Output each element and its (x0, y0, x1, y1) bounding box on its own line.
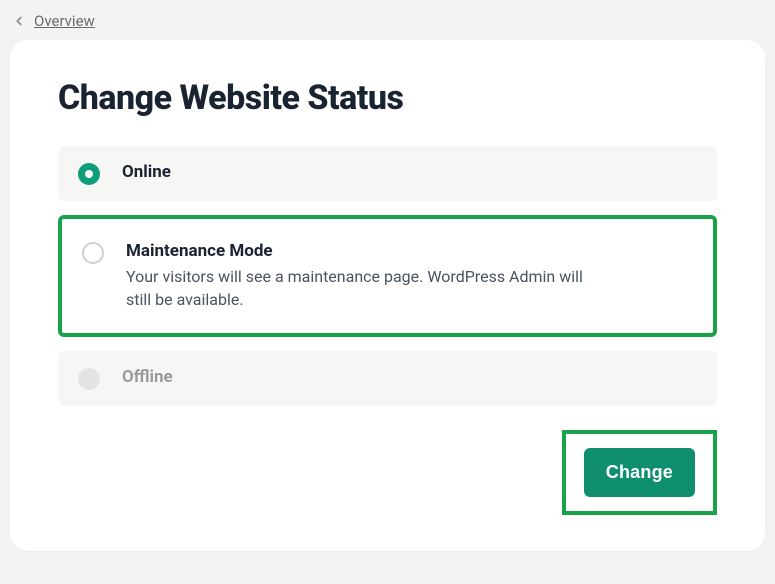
breadcrumb-overview-link[interactable]: Overview (34, 12, 95, 30)
option-online-title: Online (122, 162, 171, 182)
change-button-highlight: Change (562, 430, 717, 515)
chevron-left-icon (12, 14, 26, 28)
option-maintenance-title: Maintenance Mode (126, 241, 606, 261)
option-maintenance-desc: Your visitors will see a maintenance pag… (126, 265, 606, 311)
status-options: Online Maintenance Mode Your visitors wi… (58, 146, 717, 406)
page-title: Change Website Status (58, 78, 717, 118)
footer-actions: Change (58, 430, 717, 515)
radio-unselected-icon (82, 242, 104, 264)
radio-selected-icon (78, 163, 100, 185)
option-offline-title: Offline (122, 367, 173, 387)
status-card: Change Website Status Online Maintenance… (10, 40, 765, 551)
breadcrumb: Overview (10, 8, 765, 40)
change-button[interactable]: Change (584, 448, 695, 497)
option-maintenance[interactable]: Maintenance Mode Your visitors will see … (58, 215, 717, 337)
option-online[interactable]: Online (58, 146, 717, 201)
radio-disabled-icon (78, 368, 100, 390)
option-offline[interactable]: Offline (58, 351, 717, 406)
